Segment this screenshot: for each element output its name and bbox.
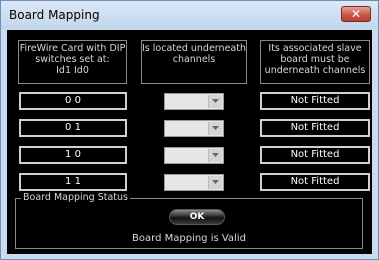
- close-button[interactable]: ✕: [341, 6, 371, 22]
- chevron-down-icon: [208, 176, 222, 189]
- header-channels: Is located underneath channels: [141, 40, 247, 84]
- header-dip-switches: FireWire Card with DIP switches set at: …: [18, 40, 127, 84]
- slave-status-row-2: Not Fitted: [260, 119, 370, 137]
- chevron-down-icon: [208, 122, 222, 135]
- channel-select-row-1[interactable]: [164, 93, 224, 110]
- dip-value-row-3: 1 0: [19, 146, 127, 164]
- slave-status-row-4: Not Fitted: [260, 173, 370, 191]
- slave-status-row-1: Not Fitted: [260, 92, 370, 110]
- status-message: Board Mapping is Valid: [132, 233, 246, 244]
- channel-select-row-3[interactable]: [164, 147, 224, 164]
- status-group-label: Board Mapping Status: [21, 192, 131, 204]
- chevron-down-icon: [208, 149, 222, 162]
- ok-button[interactable]: OK: [169, 209, 225, 225]
- channel-select-row-2[interactable]: [164, 120, 224, 137]
- board-mapping-dialog: Board Mapping ✕ FireWire Card with DIP s…: [0, 0, 379, 260]
- close-icon: ✕: [350, 7, 362, 21]
- dip-value-row-2: 0 1: [19, 119, 127, 137]
- channel-select-row-4[interactable]: [164, 174, 224, 191]
- dip-value-row-1: 0 0: [19, 92, 127, 110]
- chevron-down-icon: [208, 95, 222, 108]
- dip-value-row-4: 1 1: [19, 173, 127, 191]
- window-title: Board Mapping: [9, 8, 100, 22]
- slave-status-row-3: Not Fitted: [260, 146, 370, 164]
- header-slave-board: Its associated slave board must be under…: [260, 40, 370, 84]
- title-bar: Board Mapping ✕: [1, 1, 378, 29]
- dialog-body: FireWire Card with DIP switches set at: …: [7, 30, 372, 254]
